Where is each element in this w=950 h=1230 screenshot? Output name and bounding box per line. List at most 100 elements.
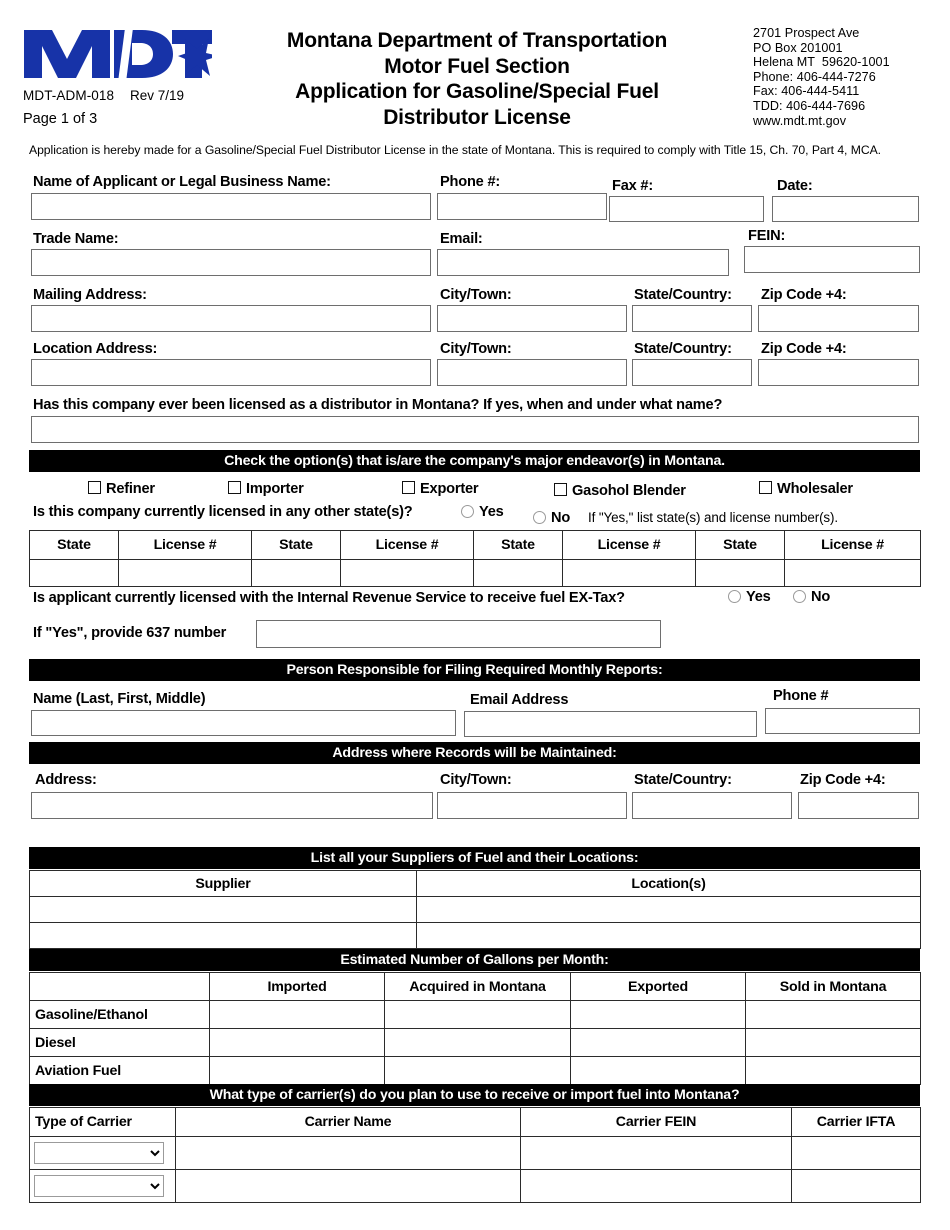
col-supplier: Supplier <box>29 870 417 897</box>
phone-input[interactable] <box>437 193 607 220</box>
checkbox-gasohol-blender[interactable]: Gasohol Blender <box>554 483 686 499</box>
cell-state-1[interactable] <box>29 559 119 587</box>
radio-icon[interactable] <box>533 511 546 524</box>
carrier-type-select-2[interactable] <box>34 1175 164 1197</box>
checkbox-icon[interactable] <box>759 481 772 494</box>
cell-carrier-type-1[interactable] <box>29 1136 176 1170</box>
mailing-city-input[interactable] <box>437 305 627 332</box>
cell-license-1[interactable] <box>118 559 252 587</box>
cell-supplier-1[interactable] <box>29 896 417 923</box>
agency-address: 2701 Prospect Ave PO Box 201001 Helena M… <box>753 26 890 128</box>
cell-state-3[interactable] <box>473 559 563 587</box>
responsible-email-input[interactable] <box>464 711 757 737</box>
cell-diesel-exported[interactable] <box>570 1028 746 1057</box>
checkbox-icon[interactable] <box>402 481 415 494</box>
location-city-input[interactable] <box>437 359 627 386</box>
col-license-2: License # <box>340 530 474 560</box>
fein-input[interactable] <box>744 246 920 273</box>
date-input[interactable] <box>772 196 919 222</box>
gallons-table: Imported Acquired in Montana Exported So… <box>29 972 921 1085</box>
cell-license-3[interactable] <box>562 559 696 587</box>
prior-license-input[interactable] <box>31 416 919 443</box>
cell-diesel-imported[interactable] <box>209 1028 385 1057</box>
radio-other-states-no[interactable]: No <box>533 510 570 526</box>
cell-license-2[interactable] <box>340 559 474 587</box>
cell-aviation-sold[interactable] <box>745 1056 921 1085</box>
radio-icon[interactable] <box>793 590 806 603</box>
cell-carrier-ifta-2[interactable] <box>791 1169 921 1203</box>
cell-supplier-2[interactable] <box>29 922 417 949</box>
cell-gasoline-sold[interactable] <box>745 1000 921 1029</box>
cell-carrier-type-2[interactable] <box>29 1169 176 1203</box>
form-page: MDT-ADM-018 Rev 7/19 Page 1 of 3 Montana… <box>0 0 950 1230</box>
checkbox-exporter-label: Exporter <box>420 481 479 497</box>
table-row: Aviation Fuel <box>29 1056 921 1085</box>
records-state-label: State/Country: <box>634 772 732 788</box>
responsible-name-input[interactable] <box>31 710 456 736</box>
cell-diesel-acquired[interactable] <box>384 1028 571 1057</box>
responsible-phone-input[interactable] <box>765 708 920 734</box>
location-zip-input[interactable] <box>758 359 919 386</box>
cell-state-2[interactable] <box>251 559 341 587</box>
col-state-3: State <box>473 530 563 560</box>
checkbox-importer[interactable]: Importer <box>228 481 304 497</box>
col-license-3: License # <box>562 530 696 560</box>
cell-gasoline-acquired[interactable] <box>384 1000 571 1029</box>
cell-carrier-fein-1[interactable] <box>520 1136 792 1170</box>
radio-icon[interactable] <box>461 505 474 518</box>
cell-diesel-sold[interactable] <box>745 1028 921 1057</box>
cell-aviation-acquired[interactable] <box>384 1056 571 1085</box>
table-header-row: Imported Acquired in Montana Exported So… <box>29 972 921 1001</box>
records-address-input[interactable] <box>31 792 433 819</box>
cell-aviation-imported[interactable] <box>209 1056 385 1085</box>
records-zip-input[interactable] <box>798 792 919 819</box>
checkbox-wholesaler[interactable]: Wholesaler <box>759 481 853 497</box>
cell-carrier-ifta-1[interactable] <box>791 1136 921 1170</box>
col-carrier-name: Carrier Name <box>175 1107 521 1137</box>
checkbox-icon[interactable] <box>88 481 101 494</box>
cell-aviation-exported[interactable] <box>570 1056 746 1085</box>
cell-license-4[interactable] <box>784 559 921 587</box>
location-state-input[interactable] <box>632 359 752 386</box>
checkbox-icon[interactable] <box>228 481 241 494</box>
records-state-input[interactable] <box>632 792 792 819</box>
table-row: Diesel <box>29 1028 921 1057</box>
records-city-input[interactable] <box>437 792 627 819</box>
carrier-type-select-1[interactable] <box>34 1142 164 1164</box>
location-address-input[interactable] <box>31 359 431 386</box>
document-revision: Rev 7/19 <box>130 88 185 103</box>
cell-carrier-name-2[interactable] <box>175 1169 521 1203</box>
email-input[interactable] <box>437 249 729 276</box>
radio-irs-no[interactable]: No <box>793 589 830 605</box>
radio-other-states-yes[interactable]: Yes <box>461 504 504 520</box>
cell-location-2[interactable] <box>416 922 921 949</box>
cell-carrier-fein-2[interactable] <box>520 1169 792 1203</box>
col-type-of-carrier: Type of Carrier <box>29 1107 176 1137</box>
checkbox-icon[interactable] <box>554 483 567 496</box>
radio-irs-yes[interactable]: Yes <box>728 589 771 605</box>
mailing-address-input[interactable] <box>31 305 431 332</box>
cell-gasoline-exported[interactable] <box>570 1000 746 1029</box>
responsible-person-section-bar: Person Responsible for Filing Required M… <box>29 659 920 681</box>
irs-637-input[interactable] <box>256 620 661 648</box>
cell-state-4[interactable] <box>695 559 785 587</box>
page-number: Page 1 of 3 <box>23 111 98 127</box>
cell-location-1[interactable] <box>416 896 921 923</box>
records-zip-label: Zip Code +4: <box>800 772 886 788</box>
trade-name-input[interactable] <box>31 249 431 276</box>
cell-carrier-name-1[interactable] <box>175 1136 521 1170</box>
radio-irs-yes-label: Yes <box>746 589 771 605</box>
trade-name-label: Trade Name: <box>33 231 119 247</box>
mailing-zip-input[interactable] <box>758 305 919 332</box>
col-exported: Exported <box>570 972 746 1001</box>
radio-icon[interactable] <box>728 590 741 603</box>
fax-input[interactable] <box>609 196 764 222</box>
row-label-gasoline-ethanol: Gasoline/Ethanol <box>29 1000 210 1029</box>
applicant-name-input[interactable] <box>31 193 431 220</box>
mailing-zip-label: Zip Code +4: <box>761 287 847 303</box>
checkbox-refiner[interactable]: Refiner <box>88 481 155 497</box>
checkbox-exporter[interactable]: Exporter <box>402 481 479 497</box>
mailing-state-input[interactable] <box>632 305 752 332</box>
title-line-2: Motor Fuel Section <box>384 54 570 78</box>
cell-gasoline-imported[interactable] <box>209 1000 385 1029</box>
